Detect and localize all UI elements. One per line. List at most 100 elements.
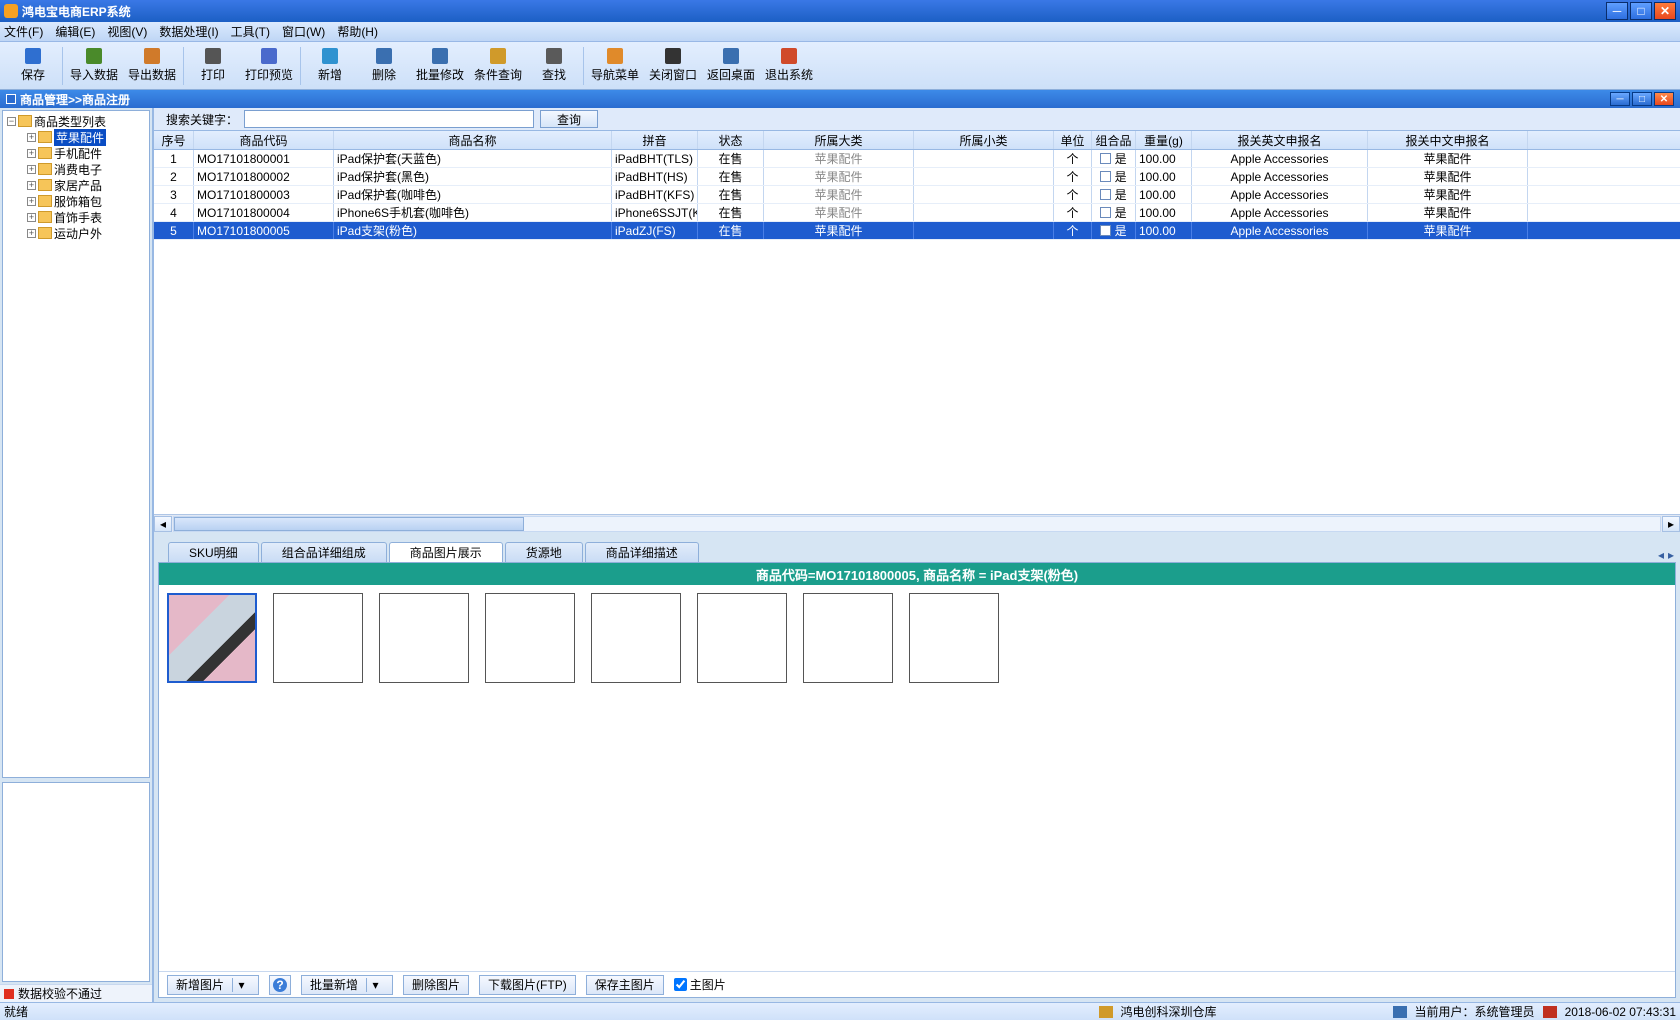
tree-node[interactable]: +家居产品 (5, 177, 147, 193)
tb-exit[interactable]: 退出系统 (760, 44, 818, 88)
tb-save[interactable]: 保存 (6, 44, 60, 88)
maximize-button[interactable]: □ (1630, 2, 1652, 20)
menu-view[interactable]: 视图(V) (107, 23, 147, 40)
combo-checkbox[interactable] (1100, 207, 1111, 218)
dropdown-icon[interactable]: ▾ (366, 978, 384, 992)
combo-checkbox[interactable] (1100, 153, 1111, 164)
tab-images[interactable]: 商品图片展示 (389, 542, 503, 562)
dropdown-icon[interactable]: ▾ (232, 978, 250, 992)
tb-export[interactable]: 导出数据 (123, 44, 181, 88)
expand-icon[interactable]: + (27, 165, 36, 174)
col-code[interactable]: 商品代码 (194, 131, 334, 149)
tree-root[interactable]: − 商品类型列表 (5, 113, 147, 129)
grid-hscroll[interactable]: ◂ ▸ (154, 514, 1680, 532)
col-pinyin[interactable]: 拼音 (612, 131, 698, 149)
btn-download-ftp[interactable]: 下载图片(FTP) (479, 975, 576, 995)
btn-add-image[interactable]: 新增图片▾ (167, 975, 259, 995)
thumbnail-1[interactable] (167, 593, 257, 683)
table-row[interactable]: 1MO17101800001iPad保护套(天蓝色)iPadBHT(TLS)在售… (154, 150, 1680, 168)
menu-window[interactable]: 窗口(W) (282, 23, 325, 40)
tree-node[interactable]: + 手机配件 (5, 145, 147, 161)
btn-help[interactable]: ? (269, 975, 291, 995)
chk-main-image-wrap[interactable]: 主图片 (674, 976, 726, 993)
scroll-track[interactable] (173, 516, 1661, 532)
category-tree[interactable]: − 商品类型列表 +苹果配件+手机配件+消费电子+家居产品+服饰箱包+首饰手表+… (2, 110, 150, 778)
tb-delete[interactable]: 删除 (357, 44, 411, 88)
tb-add[interactable]: 新增 (303, 44, 357, 88)
col-cn[interactable]: 报关中文申报名 (1368, 131, 1528, 149)
thumbnail-8[interactable] (909, 593, 999, 683)
scroll-right-icon[interactable]: ▸ (1662, 516, 1680, 532)
tree-node[interactable]: +服饰箱包 (5, 193, 147, 209)
col-unit[interactable]: 单位 (1054, 131, 1092, 149)
minimize-button[interactable]: ─ (1606, 2, 1628, 20)
thumbnail-6[interactable] (697, 593, 787, 683)
grid-body[interactable]: 1MO17101800001iPad保护套(天蓝色)iPadBHT(TLS)在售… (154, 150, 1680, 514)
table-row[interactable]: 2MO17101800002iPad保护套(黑色)iPadBHT(HS)在售苹果… (154, 168, 1680, 186)
search-input[interactable] (244, 110, 534, 128)
expand-icon[interactable]: + (27, 197, 36, 206)
tb-condquery[interactable]: 条件查询 (469, 44, 527, 88)
col-seq[interactable]: 序号 (154, 131, 194, 149)
tab-scroll-left-icon[interactable]: ◂ (1658, 548, 1664, 562)
tb-find[interactable]: 查找 (527, 44, 581, 88)
thumbnail-2[interactable] (273, 593, 363, 683)
tree-node[interactable]: +运动户外 (5, 225, 147, 241)
col-name[interactable]: 商品名称 (334, 131, 612, 149)
col-en[interactable]: 报关英文申报名 (1192, 131, 1368, 149)
tab-combo[interactable]: 组合品详细组成 (261, 542, 387, 562)
tree-node[interactable]: +苹果配件 (5, 129, 147, 145)
expand-icon[interactable]: + (27, 213, 36, 222)
menu-help[interactable]: 帮助(H) (337, 23, 378, 40)
col-subcat[interactable]: 所属小类 (914, 131, 1054, 149)
close-button[interactable]: ✕ (1654, 2, 1676, 20)
table-row[interactable]: 3MO17101800003iPad保护套(咖啡色)iPadBHT(KFS)在售… (154, 186, 1680, 204)
thumbnail-5[interactable] (591, 593, 681, 683)
tb-preview[interactable]: 打印预览 (240, 44, 298, 88)
col-combo[interactable]: 组合品 (1092, 131, 1136, 149)
tb-batchedit[interactable]: 批量修改 (411, 44, 469, 88)
tab-sku[interactable]: SKU明细 (168, 542, 259, 562)
tb-desktop[interactable]: 返回桌面 (702, 44, 760, 88)
tree-node[interactable]: +首饰手表 (5, 209, 147, 225)
thumbnail-4[interactable] (485, 593, 575, 683)
tab-desc[interactable]: 商品详细描述 (585, 542, 699, 562)
collapse-icon[interactable]: − (7, 117, 16, 126)
combo-checkbox[interactable] (1100, 189, 1111, 200)
menu-edit[interactable]: 编辑(E) (55, 23, 95, 40)
tree-label: 手机配件 (54, 145, 102, 162)
col-cat[interactable]: 所属大类 (764, 131, 914, 149)
scroll-left-icon[interactable]: ◂ (154, 516, 172, 532)
mdi-minimize[interactable]: ─ (1610, 92, 1630, 106)
tb-print[interactable]: 打印 (186, 44, 240, 88)
thumbnail-7[interactable] (803, 593, 893, 683)
mdi-restore[interactable]: □ (1632, 92, 1652, 106)
table-row[interactable]: 5MO17101800005iPad支架(粉色)iPadZJ(FS)在售苹果配件… (154, 222, 1680, 240)
combo-checkbox[interactable] (1100, 225, 1111, 236)
expand-icon[interactable]: + (27, 149, 36, 158)
combo-checkbox[interactable] (1100, 171, 1111, 182)
mdi-close[interactable]: ✕ (1654, 92, 1674, 106)
expand-icon[interactable]: + (27, 133, 36, 142)
btn-save-main[interactable]: 保存主图片 (586, 975, 664, 995)
col-weight[interactable]: 重量(g) (1136, 131, 1192, 149)
tab-scroll-right-icon[interactable]: ▸ (1668, 548, 1674, 562)
btn-del-image[interactable]: 删除图片 (403, 975, 469, 995)
btn-batch-add[interactable]: 批量新增▾ (301, 975, 393, 995)
search-button[interactable]: 查询 (540, 110, 598, 128)
expand-icon[interactable]: + (27, 181, 36, 190)
chk-main-image[interactable] (674, 978, 687, 991)
tb-closewin[interactable]: 关闭窗口 (644, 44, 702, 88)
expand-icon[interactable]: + (27, 229, 36, 238)
tb-import[interactable]: 导入数据 (65, 44, 123, 88)
table-row[interactable]: 4MO17101800004iPhone6S手机套(咖啡色)iPhone6SSJ… (154, 204, 1680, 222)
tb-navmenu[interactable]: 导航菜单 (586, 44, 644, 88)
menu-data[interactable]: 数据处理(I) (159, 23, 218, 40)
tab-source[interactable]: 货源地 (505, 542, 583, 562)
tree-node[interactable]: +消费电子 (5, 161, 147, 177)
menu-file[interactable]: 文件(F) (4, 23, 43, 40)
thumbnail-3[interactable] (379, 593, 469, 683)
scroll-thumb[interactable] (174, 517, 524, 531)
menu-tools[interactable]: 工具(T) (231, 23, 270, 40)
col-status[interactable]: 状态 (698, 131, 764, 149)
